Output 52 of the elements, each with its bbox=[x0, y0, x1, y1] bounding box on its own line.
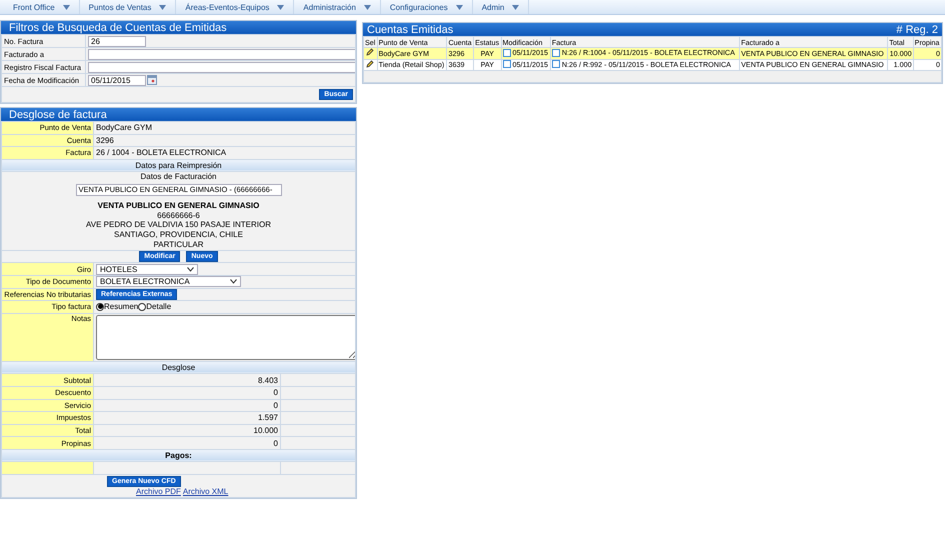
field-value: 3296 bbox=[94, 134, 356, 147]
radio-option[interactable]: Resumen bbox=[96, 302, 138, 312]
radio-option[interactable]: Detalle bbox=[138, 302, 172, 312]
panel-title: Desglose de factura bbox=[1, 108, 356, 121]
amount-value: 10.000 bbox=[94, 424, 280, 437]
billing-line: 66666666-6 bbox=[156, 210, 201, 220]
square-icon bbox=[552, 60, 560, 68]
square-icon bbox=[502, 60, 511, 68]
input-field[interactable] bbox=[88, 48, 354, 60]
square-icon bbox=[552, 48, 560, 56]
giro-dropdown[interactable]: HOTELES bbox=[96, 264, 198, 274]
caret-icon bbox=[159, 4, 166, 10]
amount-value: 0 bbox=[94, 399, 280, 412]
input-field[interactable]: 26 bbox=[88, 36, 146, 46]
amount-value: 0 bbox=[94, 436, 280, 450]
chevron-icon bbox=[187, 266, 194, 272]
notes-field[interactable] bbox=[96, 314, 354, 360]
section-header: Desglose bbox=[2, 361, 356, 374]
caret-icon bbox=[364, 4, 371, 10]
billing-line: PARTICULAR bbox=[152, 240, 204, 250]
amount-value: 8.403 bbox=[94, 374, 280, 386]
document-type-dropdown[interactable]: BOLETA ELECTRONICA bbox=[96, 276, 241, 288]
record-count: # Reg. 2 bbox=[896, 24, 938, 35]
caret-icon bbox=[512, 4, 520, 10]
calendar-icon[interactable] bbox=[147, 75, 157, 85]
menu-item[interactable]: Puntos de Ventas bbox=[80, 0, 176, 14]
caret-icon bbox=[456, 4, 463, 10]
chevron-icon bbox=[230, 279, 237, 284]
menu-item[interactable]: Front Office bbox=[4, 0, 80, 14]
panel-title: Cuentas Emitidas bbox=[367, 24, 454, 35]
caret-icon bbox=[277, 4, 284, 10]
billing-line: AVE PEDRO DE VALDIVIA 150 PASAJE INTERIOR bbox=[85, 220, 272, 230]
date-field[interactable]: 05/11/2015 bbox=[88, 74, 146, 86]
section-header: Datos para Reimpresión bbox=[2, 159, 356, 172]
billing-line: SANTIAGO, PROVIDENCIA, CHILE bbox=[113, 230, 244, 240]
menu-item[interactable]: Áreas-Eventos-Equipos bbox=[176, 0, 294, 14]
menu-item[interactable]: Administración bbox=[294, 0, 381, 14]
field-value: 26 / 1004 - BOLETA ELECTRONICA bbox=[94, 146, 356, 160]
amount-value: 1.597 bbox=[94, 412, 280, 424]
section-header: Pagos: bbox=[2, 449, 356, 462]
menu-item[interactable]: Configuraciones bbox=[380, 0, 473, 14]
file-link[interactable]: Archivo XML bbox=[182, 487, 228, 496]
panel-title: Filtros de Busqueda de Cuentas de Emitidas bbox=[1, 21, 356, 34]
amount-value: 0 bbox=[94, 386, 280, 399]
field-value: BodyCare GYM bbox=[94, 122, 356, 134]
section-subtitle: Datos de Facturación bbox=[139, 172, 218, 182]
input-field[interactable] bbox=[88, 62, 354, 72]
square-icon bbox=[502, 48, 511, 56]
menu-item[interactable]: Admin bbox=[472, 0, 530, 14]
caret-icon bbox=[62, 4, 70, 10]
billing-name: VENTA PUBLICO EN GENERAL GIMNASIO bbox=[96, 200, 260, 211]
file-link[interactable]: Archivo PDF bbox=[136, 487, 181, 496]
